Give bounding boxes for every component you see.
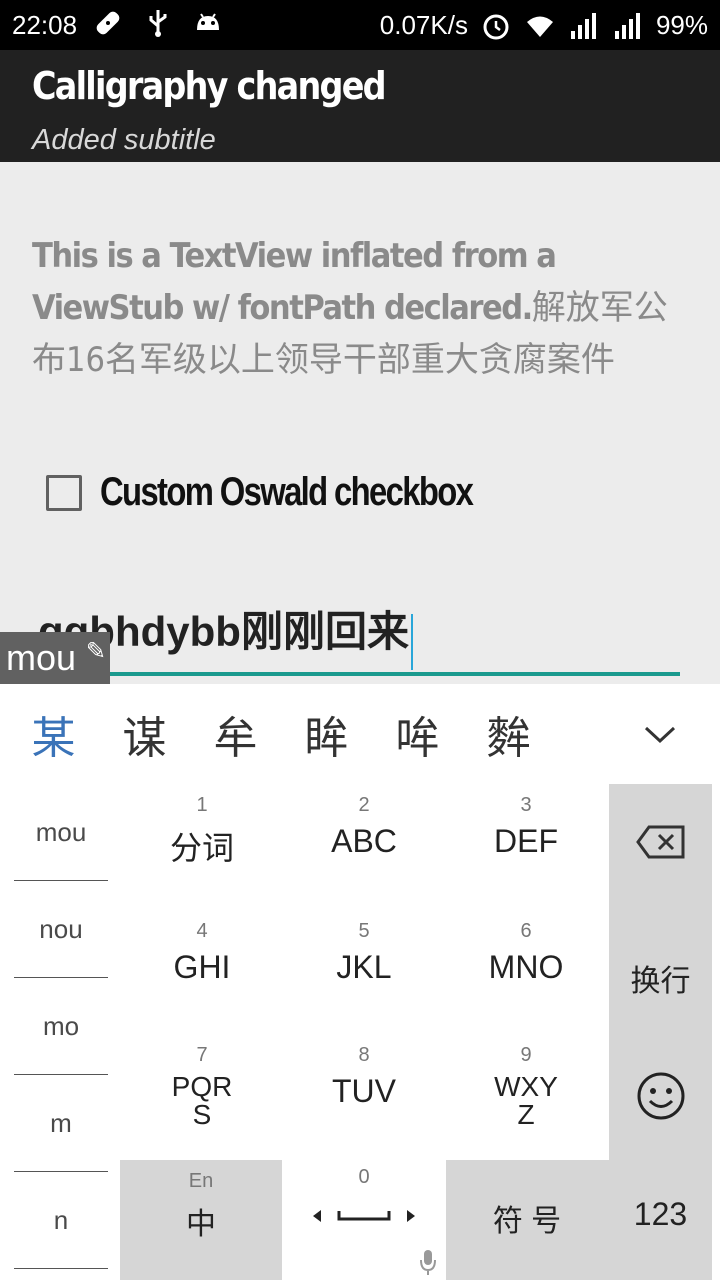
text-input[interactable]: ggbhdybb刚刚回来 xyxy=(38,600,680,676)
candidate-2[interactable]: 谋 xyxy=(99,702,190,766)
ime-composing-text[interactable]: mou ✎ xyxy=(0,632,110,684)
wifi-icon xyxy=(524,11,556,41)
usb-icon xyxy=(142,8,174,38)
status-time: 22:08 xyxy=(12,10,78,40)
key-7[interactable]: 7 PQRS xyxy=(122,1044,282,1129)
pinyin-option[interactable]: nou xyxy=(14,881,108,978)
notification-icons xyxy=(92,8,224,38)
battery-level: 99% xyxy=(655,10,708,40)
backspace-key[interactable] xyxy=(609,824,712,865)
symbol-key[interactable]: 符 号 xyxy=(446,1196,608,1240)
language-switch-key[interactable]: En 中 xyxy=(120,1170,282,1243)
text-cursor xyxy=(410,613,413,670)
lang-big-label: 中 xyxy=(186,1208,216,1241)
key-label: JKL xyxy=(336,949,392,985)
alarm-icon xyxy=(480,11,512,41)
oswald-checkbox-row[interactable]: Custom Oswald checkbox xyxy=(46,470,554,515)
pinyin-option[interactable]: m xyxy=(14,1075,108,1172)
key-1[interactable]: 1 分词 xyxy=(122,794,282,869)
action-bar: Calligraphy changed Added subtitle xyxy=(0,50,720,162)
candidate-3[interactable]: 牟 xyxy=(190,702,281,766)
pinyin-option[interactable]: n xyxy=(14,1172,108,1269)
android-icon xyxy=(192,8,224,38)
key-6[interactable]: 6 MNO xyxy=(446,920,606,986)
pencil-icon: ✎ xyxy=(85,638,106,665)
key-label: MNO xyxy=(488,949,564,985)
symbol-label: 符 号 xyxy=(492,1205,562,1238)
key-number: 5 xyxy=(358,920,370,942)
composing-pinyin: mou xyxy=(6,637,77,678)
lang-small-label: En xyxy=(188,1170,214,1192)
signal-icon-1 xyxy=(568,11,600,41)
backspace-icon xyxy=(635,825,684,859)
textview-latin: This is a TextView inflated from a ViewS… xyxy=(32,236,557,328)
key-number: 6 xyxy=(520,920,532,942)
numbers-label: 123 xyxy=(633,1196,688,1232)
key-label: DEF xyxy=(494,823,558,859)
key-label: ABC xyxy=(331,823,397,859)
enter-key[interactable]: 换行 xyxy=(609,950,712,1000)
smiley-icon xyxy=(637,1072,684,1120)
key-number: 4 xyxy=(196,920,208,942)
key-4[interactable]: 4 GHI xyxy=(122,920,282,986)
system-icons: 0.07K/s 99% xyxy=(380,10,708,41)
space-key[interactable]: 0 xyxy=(284,1166,444,1276)
page-subtitle: Added subtitle xyxy=(32,124,216,156)
key-label: WXYZ xyxy=(494,1071,558,1130)
viewstub-textview: This is a TextView inflated from a ViewS… xyxy=(32,230,682,386)
checkbox-label: Custom Oswald checkbox xyxy=(100,470,474,514)
key-number: 3 xyxy=(520,794,532,816)
key-label: TUV xyxy=(332,1073,396,1109)
key-8[interactable]: 8 TUV xyxy=(284,1044,444,1110)
network-speed: 0.07K/s xyxy=(379,10,468,40)
key-label: PQRS xyxy=(171,1071,233,1130)
candidate-6[interactable]: 麰 xyxy=(463,702,554,766)
candidate-4[interactable]: 眸 xyxy=(281,702,372,766)
checkbox[interactable] xyxy=(46,474,82,511)
candidate-1[interactable]: 某 xyxy=(8,702,99,766)
emoji-key[interactable] xyxy=(609,1070,712,1127)
page-title: Calligraphy changed xyxy=(32,64,387,108)
key-2[interactable]: 2 ABC xyxy=(284,794,444,860)
enter-label: 换行 xyxy=(630,965,691,998)
signal-icon-2 xyxy=(612,11,644,41)
pinyin-list: mou nou mo m n xyxy=(14,784,108,1269)
bandage-icon xyxy=(92,8,124,38)
key-number: 8 xyxy=(358,1044,370,1066)
chevron-down-icon[interactable] xyxy=(640,714,680,754)
pinyin-option[interactable]: mo xyxy=(14,978,108,1075)
ime-keyboard: 某 谋 牟 眸 哞 麰 mou nou mo m n 1 分词 2 ABC 3 … xyxy=(0,684,720,1280)
key-number: 7 xyxy=(196,1044,208,1066)
key-3[interactable]: 3 DEF xyxy=(446,794,606,860)
key-number: 9 xyxy=(520,1044,532,1066)
key-number: 1 xyxy=(196,794,208,816)
numbers-key[interactable]: 123 xyxy=(609,1196,712,1233)
key-label: GHI xyxy=(173,949,231,985)
candidate-bar: 某 谋 牟 眸 哞 麰 xyxy=(0,684,720,784)
pinyin-option[interactable]: mou xyxy=(14,784,108,881)
key-5[interactable]: 5 JKL xyxy=(284,920,444,986)
key-number: 2 xyxy=(358,794,370,816)
space-icon xyxy=(313,1210,415,1222)
candidate-5[interactable]: 哞 xyxy=(372,702,463,766)
microphone-icon xyxy=(420,1250,436,1275)
key-label: 分词 xyxy=(169,830,234,866)
key-number: 0 xyxy=(358,1166,370,1188)
key-9[interactable]: 9 WXYZ xyxy=(446,1044,606,1129)
status-bar: 22:08 0.07K/s 99% xyxy=(0,0,720,50)
